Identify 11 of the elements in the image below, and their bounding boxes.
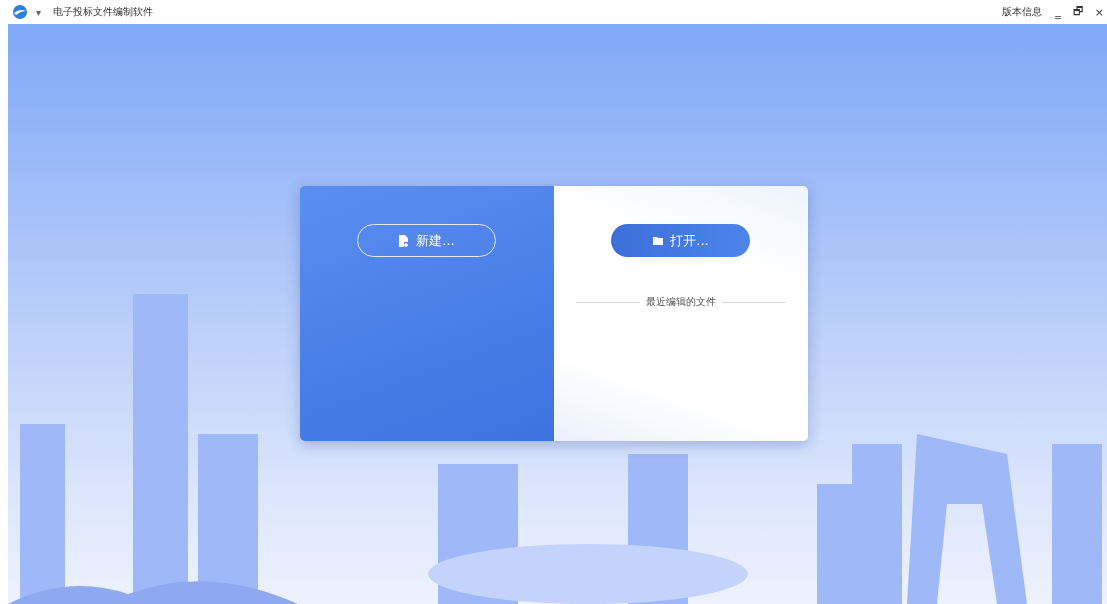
version-info-link[interactable]: 版本信息 [1002,5,1043,19]
minimize-button[interactable]: ‗ [1052,5,1064,19]
close-button[interactable]: × [1091,5,1107,19]
window-title: 电子投标文件编制软件 [53,5,154,19]
new-file-icon [398,234,411,247]
folder-icon [652,234,665,247]
recent-files-heading: 最近编辑的文件 [645,295,716,309]
open-button[interactable]: 打开... [611,224,750,257]
caret-icon[interactable]: ▾ [36,6,42,18]
app-logo-icon[interactable] [12,4,28,20]
restore-button[interactable]: 🗗 [1069,2,1086,22]
